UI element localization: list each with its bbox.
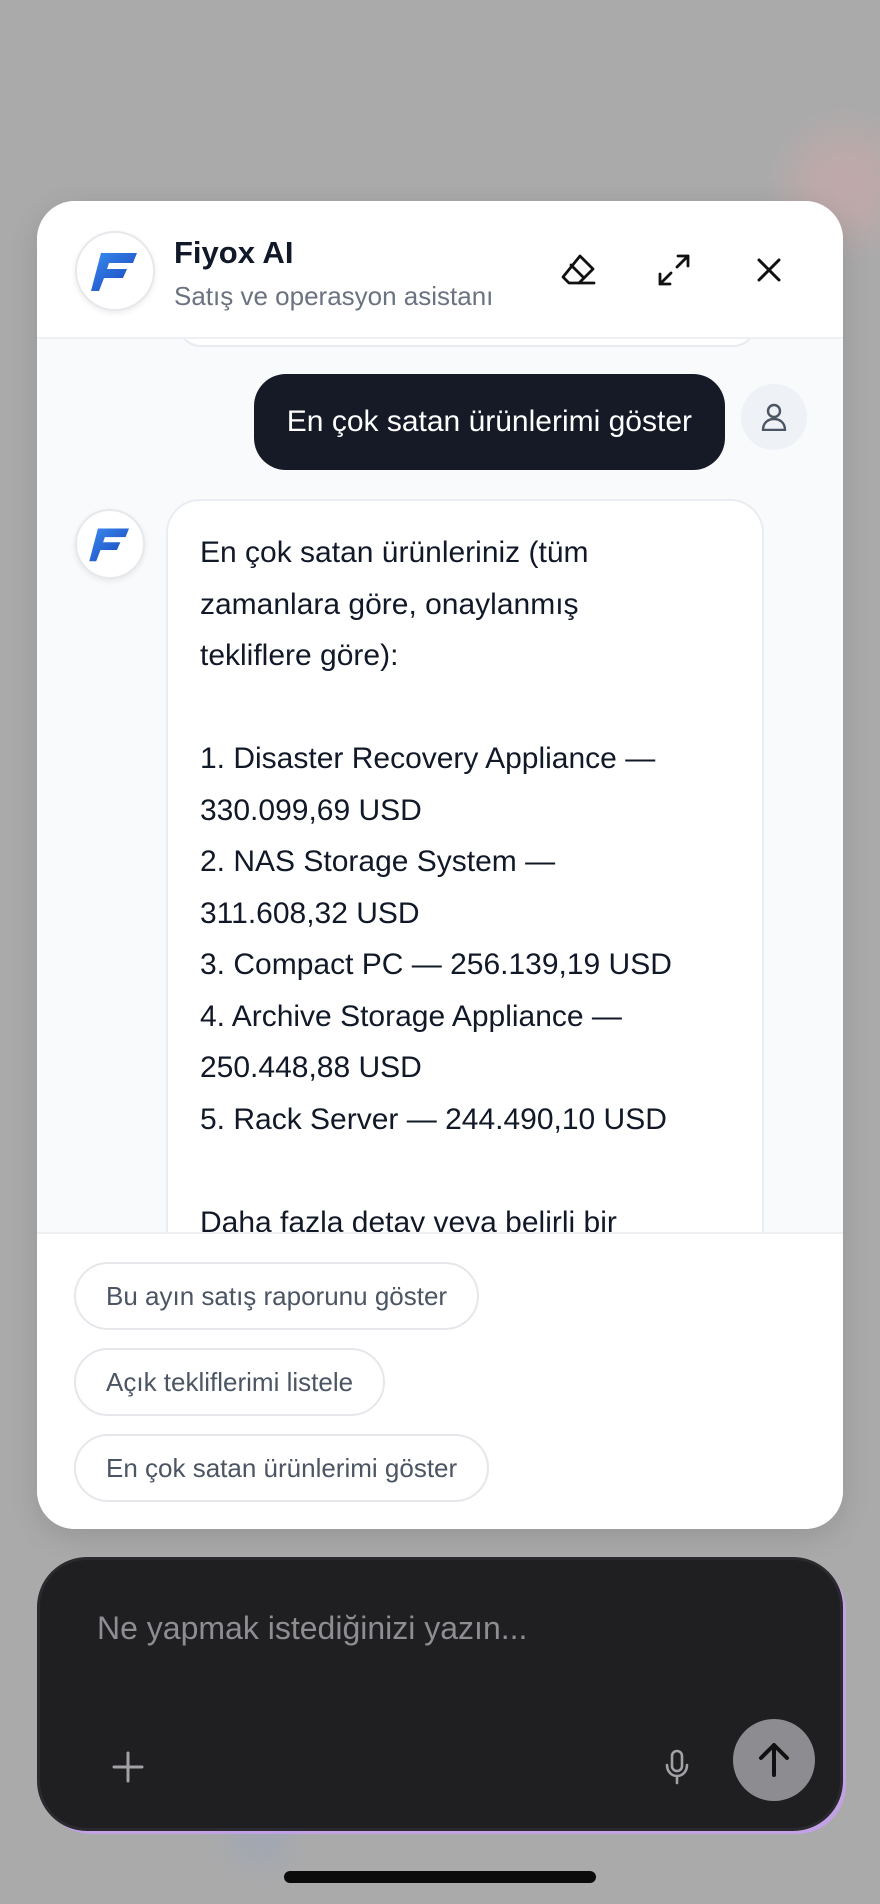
voice-input-button[interactable]	[654, 1744, 700, 1790]
message-line: 311.608,32 USD	[200, 896, 420, 930]
message-line: 330.099,69 USD	[200, 793, 422, 827]
attach-button[interactable]	[106, 1745, 150, 1789]
fiyox-logo	[75, 231, 155, 311]
send-button[interactable]	[733, 1719, 815, 1801]
assistant-message: En çok satan ürünleriniz (tüm zamanlara …	[166, 499, 764, 1232]
message-line: Daha fazla detay veya belirli bir	[200, 1205, 617, 1233]
assistant-subtitle: Satış ve operasyon asistanı	[174, 281, 494, 311]
close-button[interactable]	[744, 245, 794, 295]
assistant-title: Fiyox AI	[174, 235, 294, 270]
microphone-icon	[665, 1749, 689, 1785]
clear-chat-button[interactable]	[553, 245, 603, 295]
close-icon	[757, 258, 781, 282]
message-line: zamanlara göre, onaylanmış	[200, 587, 579, 621]
message-line: tekliflere göre):	[200, 639, 399, 672]
message-line: 5. Rack Server — 244.490,10 USD	[200, 1102, 667, 1136]
suggestion-chip[interactable]: Açık tekliflerimi listele	[74, 1348, 386, 1416]
user-message: En çok satan ürünlerimi göster	[253, 374, 725, 470]
message-line: 1. Disaster Recovery Appliance —	[200, 742, 656, 775]
user-avatar	[741, 384, 807, 450]
message-list[interactable]: En çok satan ürünlerimi göster En çok sa…	[37, 339, 843, 1232]
suggestion-chip[interactable]: En çok satan ürünlerimi göster	[74, 1434, 490, 1502]
message-input[interactable]	[97, 1610, 737, 1647]
plus-icon	[112, 1751, 144, 1783]
message-composer	[37, 1557, 843, 1831]
message-line: 2. NAS Storage System —	[200, 845, 556, 878]
arrow-up-icon	[759, 1743, 789, 1777]
message-line: 4. Archive Storage Appliance —	[200, 999, 622, 1033]
expand-button[interactable]	[649, 245, 699, 295]
fiyox-logo-icon	[89, 528, 129, 562]
previous-message-bubble	[177, 339, 757, 347]
home-indicator[interactable]	[284, 1871, 596, 1883]
chat-panel: Fiyox AI Satış ve operasyon asistanı En …	[37, 201, 843, 1529]
message-line: 250.448,88 USD	[200, 1051, 422, 1084]
suggestion-list: Bu ayın satış raporunu göster Açık tekli…	[37, 1232, 843, 1529]
bot-avatar	[75, 509, 145, 579]
eraser-icon	[561, 254, 596, 285]
chat-header: Fiyox AI Satış ve operasyon asistanı	[37, 201, 843, 339]
user-icon	[761, 403, 787, 431]
message-line: 3. Compact PC — 256.139,19 USD	[200, 948, 672, 981]
suggestion-chip[interactable]: Bu ayın satış raporunu göster	[74, 1262, 480, 1330]
expand-icon	[658, 254, 690, 286]
message-line: En çok satan ürünleriniz (tüm	[200, 536, 589, 569]
